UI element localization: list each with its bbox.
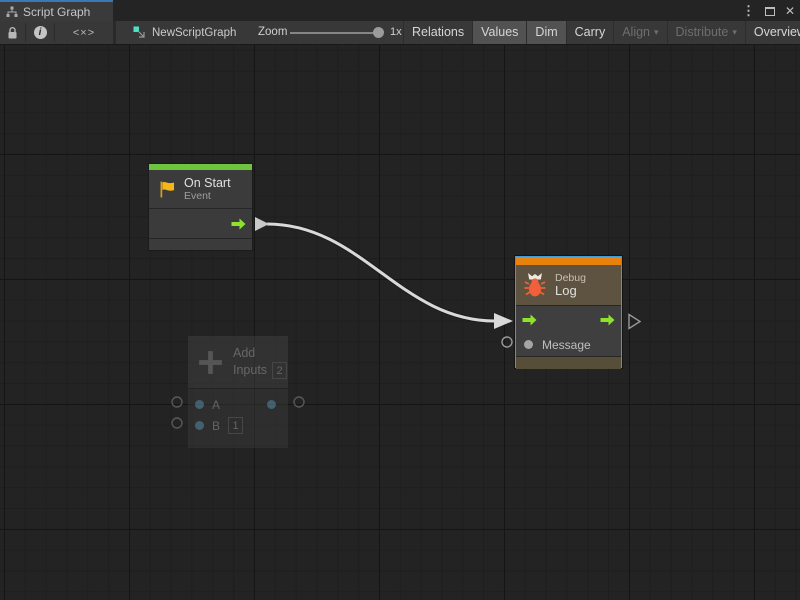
chevron-down-icon: ▾ [732, 27, 737, 37]
toolbar-group-separator [113, 21, 116, 44]
wire-arrowhead [494, 313, 513, 329]
flow-output-arrow-icon[interactable] [599, 313, 616, 327]
node-on-start[interactable]: On Start Event [148, 163, 253, 251]
on-start-output-port-triangle[interactable] [255, 217, 269, 231]
info-button[interactable]: i [26, 21, 54, 44]
dim-button[interactable]: Dim [526, 21, 565, 44]
port-b-value-field[interactable]: 1 [228, 417, 243, 434]
align-button[interactable]: Align▾ [613, 21, 666, 44]
inputs-count-field[interactable]: 2 [272, 362, 287, 379]
port-row-a: A [188, 394, 288, 415]
flag-icon [158, 180, 177, 199]
node-title: Add [233, 346, 287, 360]
graph-canvas[interactable]: On Start Event Debug Log [0, 45, 800, 600]
tab-script-graph[interactable]: Script Graph [0, 0, 113, 21]
node-footer [516, 357, 621, 369]
message-input-port-circle[interactable] [502, 337, 512, 347]
info-icon: i [34, 26, 47, 39]
script-graph-icon [133, 26, 146, 39]
message-port-label: Message [542, 338, 591, 352]
debug-color-bar [516, 257, 621, 265]
node-footer [149, 239, 252, 250]
lock-icon [6, 26, 19, 40]
port-row-b: B 1 [188, 415, 288, 436]
debug-log-header: Debug Log [516, 265, 621, 305]
node-title: Log [555, 284, 586, 298]
tab-title: Script Graph [23, 5, 90, 19]
on-start-flow-row [149, 209, 252, 238]
add-node-header: Add Inputs 2 [188, 336, 288, 388]
flow-input-arrow-icon[interactable] [521, 313, 538, 327]
zoom-slider-knob[interactable] [373, 27, 384, 38]
value-port-dot[interactable] [524, 340, 533, 349]
port-a-label: A [212, 398, 220, 412]
carry-button[interactable]: Carry [566, 21, 614, 44]
node-add-dimmed[interactable]: Add Inputs 2 A B 1 [188, 336, 288, 447]
graph-name: NewScriptGraph [152, 27, 236, 39]
maximize-icon[interactable] [765, 7, 775, 16]
overview-button[interactable]: Overview [745, 21, 800, 44]
debug-log-message-row: Message [516, 333, 621, 356]
relations-button[interactable]: Relations [403, 21, 472, 44]
add-input-a-port-circle[interactable] [172, 397, 182, 407]
node-subtitle: Event [184, 190, 231, 202]
zoom-value: 1x [390, 21, 402, 44]
value-input-port-b[interactable] [195, 421, 204, 430]
distribute-button[interactable]: Distribute▾ [667, 21, 745, 44]
bug-icon [524, 273, 546, 298]
code-view-button[interactable]: <×> [55, 21, 113, 44]
kebab-menu-icon[interactable]: ⋮ [742, 2, 755, 20]
plus-icon [195, 347, 226, 378]
debug-output-port-triangle[interactable] [629, 315, 640, 329]
toolbar-buttons: Relations Values Dim Carry Align▾ Distri… [403, 21, 800, 44]
lock-button[interactable] [0, 21, 25, 44]
add-node-body: A B 1 [188, 389, 288, 448]
add-input-b-port-circle[interactable] [172, 418, 182, 428]
graph-hierarchy-icon [6, 6, 18, 18]
connections-overlay [0, 45, 800, 600]
connection-wire[interactable] [267, 224, 495, 321]
flow-output-arrow-icon[interactable] [230, 217, 247, 231]
chevron-down-icon: ▾ [654, 27, 659, 37]
window-controls: ⋮ ✕ [742, 2, 795, 20]
zoom-label: Zoom [258, 21, 287, 44]
add-output-port-circle[interactable] [294, 397, 304, 407]
on-start-header: On Start Event [149, 170, 252, 208]
close-icon[interactable]: ✕ [785, 2, 795, 20]
graph-toolbar: i <×> NewScriptGraph Zoom 1x Relations V… [0, 21, 800, 45]
value-output-port[interactable] [267, 400, 276, 409]
title-bar: Script Graph ⋮ ✕ [0, 0, 800, 21]
values-button[interactable]: Values [472, 21, 526, 44]
inputs-label: Inputs [233, 363, 267, 377]
node-debug-log[interactable]: Debug Log Message [515, 256, 622, 368]
code-icon: <×> [73, 27, 95, 39]
debug-log-flow-row [516, 306, 621, 333]
port-b-label: B [212, 419, 220, 433]
value-input-port-a[interactable] [195, 400, 204, 409]
node-title: On Start [184, 176, 231, 190]
wire-shadow [267, 224, 495, 321]
zoom-slider-track[interactable] [290, 32, 378, 34]
graph-name-button[interactable]: NewScriptGraph [133, 21, 236, 44]
